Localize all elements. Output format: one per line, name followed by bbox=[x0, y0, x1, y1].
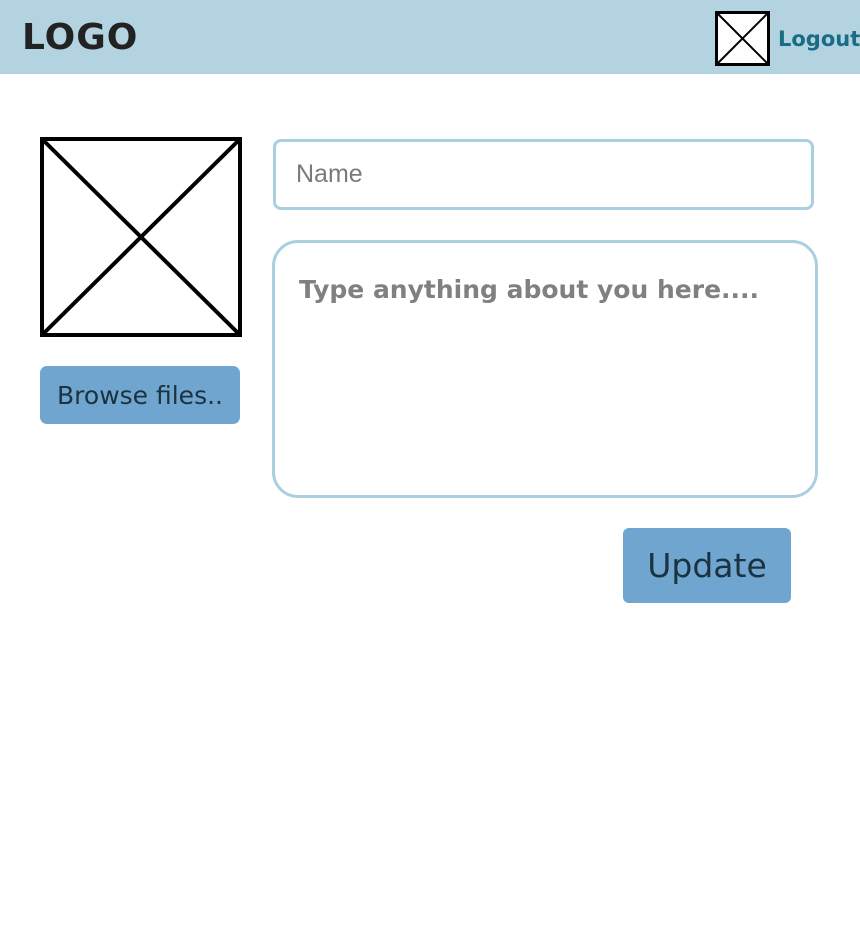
update-button[interactable]: Update bbox=[623, 528, 791, 603]
top-header: LOGO Logout bbox=[0, 0, 860, 74]
user-avatar-placeholder-icon bbox=[715, 11, 770, 66]
logout-link[interactable]: Logout bbox=[778, 24, 860, 54]
browse-files-button[interactable]: Browse files.. bbox=[40, 366, 240, 424]
about-textarea[interactable] bbox=[272, 240, 818, 498]
profile-photo-placeholder-icon bbox=[40, 137, 242, 337]
name-input[interactable] bbox=[273, 139, 814, 210]
logo: LOGO bbox=[22, 17, 139, 58]
